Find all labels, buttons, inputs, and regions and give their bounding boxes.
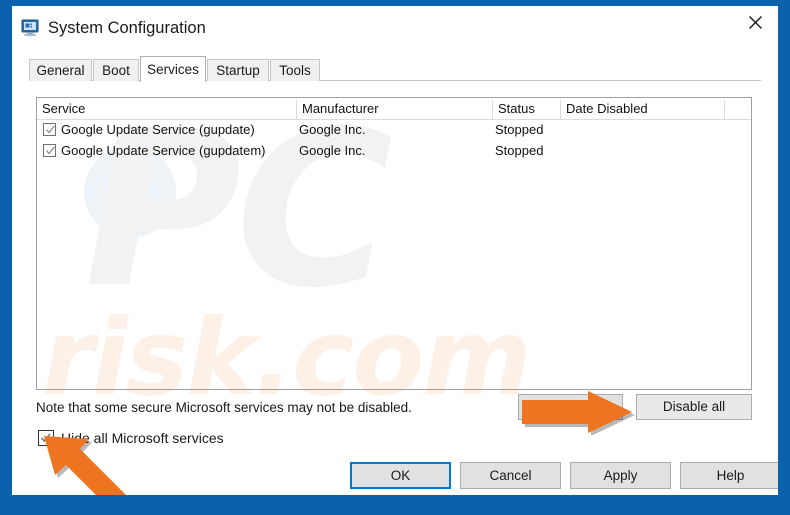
disable-all-button[interactable]: Disable all	[636, 394, 752, 420]
checkmark-icon	[46, 146, 56, 155]
table-row[interactable]: Google Update Service (gupdate) Google I…	[37, 120, 751, 141]
cell-manufacturer: Google Inc.	[299, 122, 366, 137]
tab-general[interactable]: General	[29, 59, 92, 81]
hide-all-microsoft-services-row[interactable]: Hide all Microsoft services	[38, 427, 224, 449]
tab-services[interactable]: Services	[140, 56, 206, 82]
cell-service: Google Update Service (gupdatem)	[61, 143, 266, 158]
checkmark-icon	[46, 125, 56, 134]
table-row[interactable]: Google Update Service (gupdatem) Google …	[37, 141, 751, 162]
cell-status: Stopped	[495, 143, 544, 158]
cell-manufacturer: Google Inc.	[299, 143, 366, 158]
cell-status: Stopped	[495, 122, 544, 137]
column-header-spacer[interactable]	[725, 100, 751, 119]
hide-all-microsoft-services-label: Hide all Microsoft services	[61, 430, 224, 446]
close-button[interactable]	[732, 6, 778, 39]
secure-services-note: Note that some secure Microsoft services…	[36, 400, 412, 415]
apply-button[interactable]: Apply	[570, 462, 671, 489]
cell-service: Google Update Service (gupdate)	[61, 122, 255, 137]
window-frame: PC risk.com System Configuration General…	[0, 0, 790, 515]
column-header-status[interactable]: Status	[493, 100, 561, 119]
service-checkbox[interactable]	[43, 123, 56, 136]
close-icon	[748, 16, 762, 29]
checkmark-icon	[40, 433, 51, 443]
column-header-service[interactable]: Service	[37, 100, 297, 119]
tab-boot[interactable]: Boot	[93, 59, 139, 81]
services-list[interactable]: Service Manufacturer Status Date Disable…	[36, 97, 752, 390]
hide-all-microsoft-services-checkbox[interactable]	[38, 430, 54, 446]
column-header-manufacturer[interactable]: Manufacturer	[297, 100, 493, 119]
ok-button[interactable]: OK	[350, 462, 451, 489]
cancel-button[interactable]: Cancel	[460, 462, 561, 489]
tab-startup[interactable]: Startup	[207, 59, 269, 81]
tab-tools[interactable]: Tools	[270, 59, 320, 81]
system-configuration-dialog: PC risk.com System Configuration General…	[12, 6, 778, 495]
system-configuration-icon	[21, 19, 41, 37]
tab-strip: General Boot Services Startup Tools	[29, 56, 761, 82]
service-checkbox[interactable]	[43, 144, 56, 157]
services-list-header: Service Manufacturer Status Date Disable…	[37, 98, 751, 120]
help-button[interactable]: Help	[680, 462, 778, 489]
window-title: System Configuration	[48, 19, 206, 37]
enable-all-button[interactable]: Enable all	[518, 394, 623, 420]
column-header-date-disabled[interactable]: Date Disabled	[561, 100, 725, 119]
title-bar: System Configuration	[12, 6, 778, 52]
